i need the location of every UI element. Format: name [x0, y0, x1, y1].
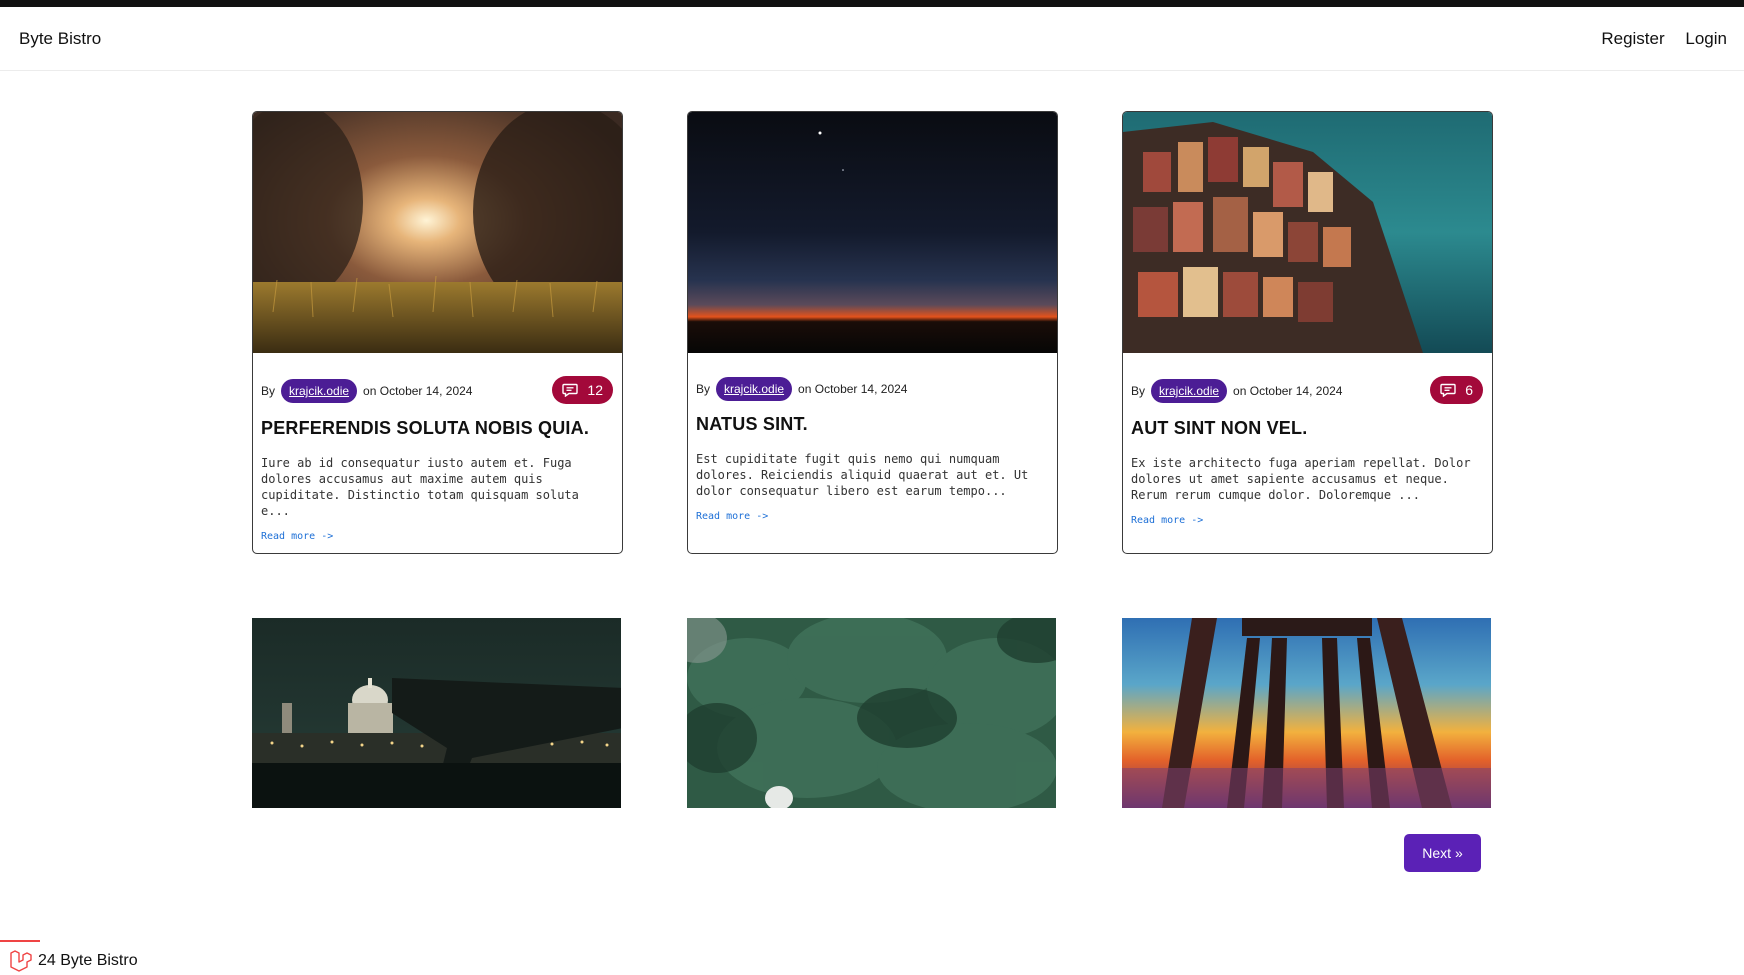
- post-card-body: By krajcik.odie on October 14, 2024 NATU…: [688, 353, 1057, 553]
- author-badge[interactable]: krajcik.odie: [281, 379, 358, 403]
- top-accent-bar: [0, 0, 1744, 7]
- post-date: on October 14, 2024: [798, 382, 908, 396]
- author-badge[interactable]: krajcik.odie: [716, 377, 793, 401]
- post-title[interactable]: AUT SINT NON VEL.: [1131, 418, 1484, 439]
- comment-count-badge[interactable]: 12: [552, 376, 613, 404]
- comment-count: 12: [587, 382, 603, 398]
- by-label: By: [1131, 384, 1146, 398]
- read-more-link[interactable]: Read more ->: [1131, 515, 1203, 526]
- post-date: on October 14, 2024: [363, 384, 473, 398]
- post-excerpt: Est cupiditate fugit quis nemo qui numqu…: [696, 452, 1029, 498]
- post-excerpt: Ex iste architecto fuga aperiam repellat…: [1131, 456, 1471, 502]
- comment-count-badge[interactable]: 6: [1430, 376, 1483, 404]
- post-card-body: By krajcik.odie on October 14, 2024 12 P…: [253, 353, 622, 553]
- nav-links: Register Login: [1585, 29, 1727, 49]
- post-card-body: By krajcik.odie on October 14, 2024 6 AU…: [1123, 353, 1492, 549]
- laravel-debug-badge[interactable]: [0, 940, 40, 975]
- read-more-link[interactable]: Read more ->: [696, 511, 768, 522]
- post-image-pier-sunset[interactable]: [1122, 618, 1491, 808]
- register-link[interactable]: Register: [1601, 29, 1664, 48]
- brand-link[interactable]: Byte Bistro: [19, 29, 101, 49]
- post-image-night-horizon[interactable]: [688, 112, 1057, 353]
- by-label: By: [261, 384, 276, 398]
- post-meta: By krajcik.odie on October 14, 2024: [696, 374, 1049, 404]
- laravel-logo-icon: [10, 950, 32, 972]
- post-grid: By krajcik.odie on October 14, 2024 12 P…: [252, 111, 1493, 809]
- comment-icon: [562, 383, 579, 397]
- next-page-button[interactable]: Next »: [1404, 834, 1481, 872]
- post-card: [1122, 618, 1493, 809]
- post-image-evergreen-forest[interactable]: [687, 618, 1056, 808]
- post-card: [252, 618, 623, 809]
- post-excerpt: Iure ab id consequatur iusto autem et. F…: [261, 456, 579, 518]
- author-badge[interactable]: krajcik.odie: [1151, 379, 1228, 403]
- navbar: Byte Bistro Register Login: [0, 7, 1744, 71]
- post-image-cliffside-village[interactable]: [1123, 112, 1492, 353]
- post-image-city-night[interactable]: [252, 618, 621, 808]
- post-title[interactable]: PERFERENDIS SOLUTA NOBIS QUIA.: [261, 418, 614, 439]
- post-image-sunlit-grass[interactable]: [253, 112, 622, 353]
- post-title[interactable]: NATUS SINT.: [696, 414, 1049, 435]
- read-more-link[interactable]: Read more ->: [261, 531, 333, 542]
- comment-icon: [1440, 383, 1456, 397]
- by-label: By: [696, 382, 711, 396]
- post-card: By krajcik.odie on October 14, 2024 12 P…: [252, 111, 623, 554]
- post-date: on October 14, 2024: [1233, 384, 1343, 398]
- login-link[interactable]: Login: [1685, 29, 1727, 48]
- post-card: By krajcik.odie on October 14, 2024 NATU…: [687, 111, 1058, 554]
- post-card: By krajcik.odie on October 14, 2024 6 AU…: [1122, 111, 1493, 554]
- footer-copyright: 24 Byte Bistro: [38, 952, 138, 969]
- comment-count: 6: [1465, 382, 1473, 398]
- post-card: [687, 618, 1058, 809]
